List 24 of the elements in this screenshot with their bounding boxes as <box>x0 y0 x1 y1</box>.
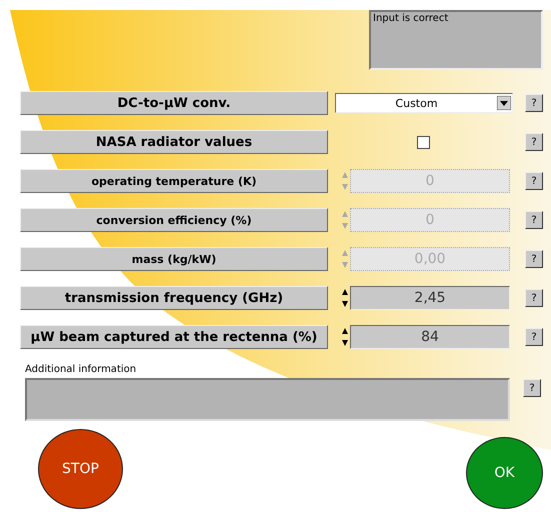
help-button[interactable]: ? <box>525 289 543 307</box>
help-button[interactable]: ? <box>525 172 543 190</box>
help-button[interactable]: ? <box>525 94 543 112</box>
field-label: Additional information <box>25 364 138 375</box>
field-label: transmission frequency (GHz) <box>20 286 328 310</box>
number-field[interactable]: 2,45 <box>350 286 510 310</box>
help-button[interactable]: ? <box>525 250 543 268</box>
field-label: µW beam captured at the rectenna (%) <box>20 325 328 349</box>
ok-button[interactable]: OK <box>466 437 543 509</box>
help-button[interactable]: ? <box>523 379 541 397</box>
field-label: NASA radiator values <box>20 130 328 154</box>
number-field[interactable]: 84 <box>350 325 510 349</box>
field-label: DC-to-µW conv. <box>20 91 328 115</box>
dropdown[interactable]: Custom <box>335 93 513 113</box>
field-label: operating temperature (K) <box>20 169 328 193</box>
help-button[interactable]: ? <box>525 211 543 229</box>
caret-icon <box>497 96 511 110</box>
status-box: Input is correct <box>369 10 543 70</box>
help-button[interactable]: ? <box>525 133 543 151</box>
field-label: conversion efficiency (%) <box>20 208 328 232</box>
help-button[interactable]: ? <box>525 328 543 346</box>
text-area[interactable] <box>25 378 510 421</box>
field-label: mass (kg/kW) <box>20 247 328 271</box>
stop-button[interactable]: STOP <box>38 429 123 509</box>
